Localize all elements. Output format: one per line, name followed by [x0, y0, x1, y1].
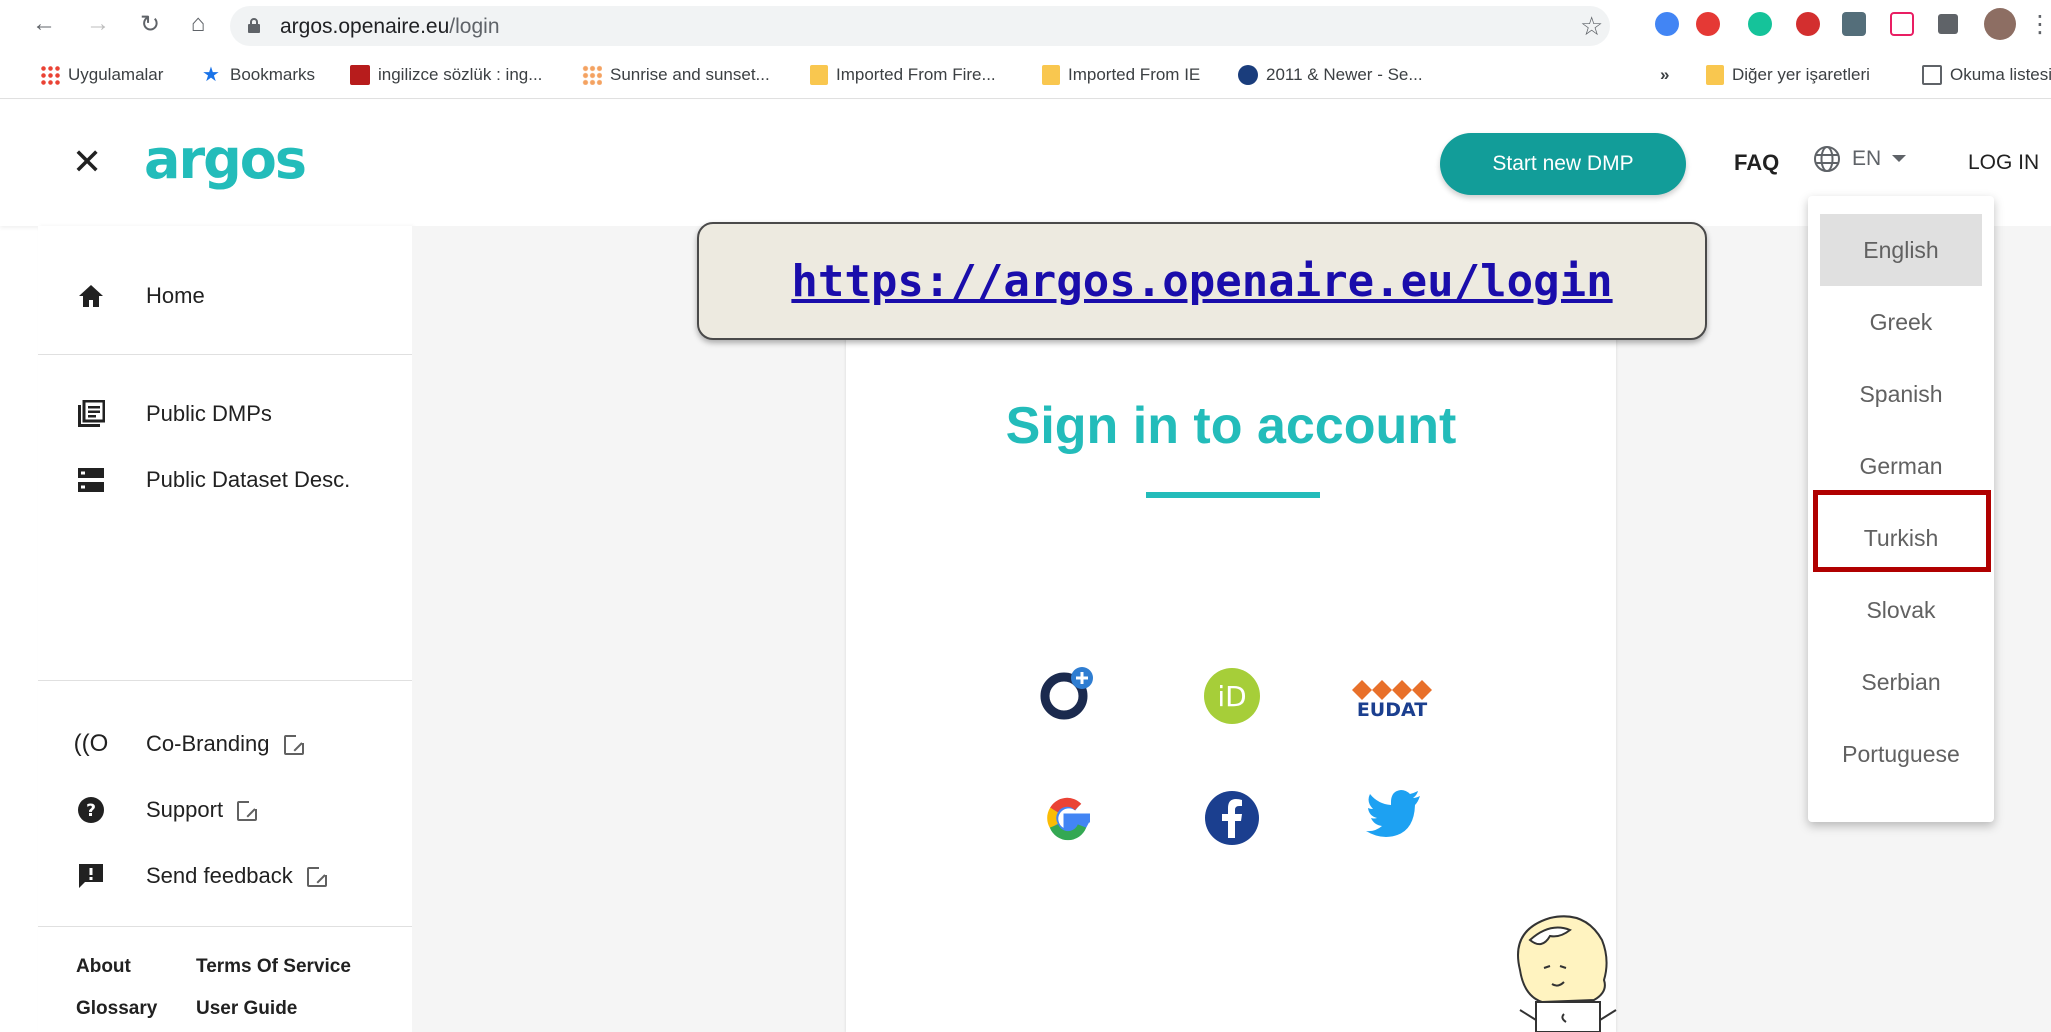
seslisozluk-icon — [350, 65, 370, 85]
bookmark-bookmarks[interactable]: ★ Bookmarks — [202, 52, 315, 98]
sidebar-item-public-dmps[interactable]: Public DMPs — [38, 390, 412, 438]
login-url-link[interactable]: https://argos.openaire.eu/login — [791, 256, 1612, 307]
mascot-illustration — [1517, 915, 1617, 1032]
sidebar-item-feedback[interactable]: Send feedback — [38, 852, 412, 900]
footer-user-guide[interactable]: User Guide — [196, 998, 297, 1020]
menu-dots-icon[interactable]: ⋮ — [2028, 8, 2051, 40]
login-link[interactable]: LOG IN — [1968, 151, 2039, 175]
profile-avatar[interactable] — [1984, 8, 2016, 40]
yab-extension-icon[interactable] — [1796, 12, 1820, 36]
adblock-icon[interactable] — [1696, 12, 1720, 36]
apps-grid-icon — [40, 65, 60, 85]
facebook-login-icon[interactable] — [1202, 788, 1262, 848]
footer-about[interactable]: About — [76, 956, 131, 978]
help-icon: ? — [76, 795, 106, 825]
bookmark-other[interactable]: Diğer yer işaretleri — [1706, 52, 1870, 98]
sidebar-divider — [38, 926, 412, 927]
folder-icon — [810, 65, 828, 85]
bookmark-2011-newer[interactable]: 2011 & Newer - Se... — [1238, 52, 1423, 98]
grammarly-icon[interactable] — [1748, 12, 1772, 36]
twitter-login-icon[interactable] — [1366, 790, 1426, 850]
language-option-english[interactable]: English — [1820, 214, 1982, 286]
svg-text:?: ? — [86, 801, 96, 821]
sidebar-divider — [38, 680, 412, 681]
close-sidebar-icon[interactable]: ✕ — [72, 144, 102, 180]
bookmark-dictionary[interactable]: ingilizce sözlük : ing... — [350, 52, 542, 98]
folder-icon — [1042, 65, 1060, 85]
external-link-icon — [237, 801, 258, 822]
home-icon[interactable]: ⌂ — [182, 8, 214, 40]
bookmark-imported-ie[interactable]: Imported From IE — [1042, 52, 1200, 98]
co-branding-icon: ((O — [73, 730, 109, 757]
start-new-dmp-button[interactable]: Start new DMP — [1440, 133, 1686, 195]
faq-link[interactable]: FAQ — [1734, 150, 1779, 176]
language-option-serbian[interactable]: Serbian — [1820, 646, 1982, 718]
home-icon — [76, 281, 106, 311]
eudat-login-icon[interactable]: EUDAT — [1346, 662, 1436, 722]
sidebar-item-support[interactable]: ? Support — [38, 786, 412, 834]
star-icon: ★ — [202, 64, 220, 86]
turkish-highlight-box — [1813, 490, 1991, 572]
bookmark-sunrise[interactable]: Sunrise and sunset... — [582, 52, 770, 98]
language-option-portuguese[interactable]: Portuguese — [1820, 718, 1982, 790]
footer-glossary[interactable]: Glossary — [76, 998, 157, 1020]
lock-icon — [248, 18, 260, 33]
reading-list[interactable]: Okuma listesi — [1922, 52, 2051, 98]
site-icon — [1238, 65, 1258, 85]
address-url: argos.openaire.eu/login — [280, 15, 500, 38]
back-arrow-icon[interactable]: ← — [28, 8, 60, 40]
browser-toolbar: ← → ↻ ⌂ argos.openaire.eu/login ☆ ⋮ — [0, 0, 2051, 52]
bookmarks-bar: Uygulamalar ★ Bookmarks ingilizce sözlük… — [0, 52, 2051, 99]
sunrise-icon — [582, 65, 602, 85]
reload-icon[interactable]: ↻ — [134, 8, 166, 40]
url-annotation-banner: https://argos.openaire.eu/login — [697, 222, 1707, 340]
sidebar-item-public-datasets[interactable]: Public Dataset Desc. — [38, 456, 412, 504]
sidebar-item-co-branding[interactable]: ((O Co-Branding — [38, 720, 412, 768]
sign-in-title: Sign in to account — [1005, 397, 1457, 455]
language-code: EN — [1852, 147, 1882, 170]
storage-icon — [76, 465, 106, 495]
svg-text:iD: iD — [1217, 680, 1246, 713]
language-option-greek[interactable]: Greek — [1820, 286, 1982, 358]
bookmark-imported-firefox[interactable]: Imported From Fire... — [810, 52, 996, 98]
title-underline — [1146, 492, 1320, 498]
pocket-icon[interactable] — [1890, 12, 1914, 36]
extensions-puzzle-icon[interactable] — [1938, 14, 1958, 34]
language-selector[interactable]: EN — [1812, 144, 1917, 174]
argos-logo[interactable]: argos — [144, 128, 307, 191]
bookmarks-overflow[interactable]: » — [1660, 52, 1669, 98]
address-bar[interactable]: argos.openaire.eu/login — [230, 6, 1610, 46]
folder-icon — [1706, 65, 1724, 85]
sidebar-divider — [38, 354, 412, 355]
svg-text:EUDAT: EUDAT — [1357, 699, 1427, 721]
language-option-slovak[interactable]: Slovak — [1820, 574, 1982, 646]
footer-terms[interactable]: Terms Of Service — [196, 956, 351, 978]
sidebar-item-home[interactable]: Home — [38, 272, 412, 320]
caret-down-icon — [1892, 155, 1907, 162]
library-books-icon — [76, 399, 106, 429]
extension-s-icon[interactable] — [1655, 12, 1679, 36]
language-option-spanish[interactable]: Spanish — [1820, 358, 1982, 430]
feedback-icon — [76, 861, 106, 891]
external-link-icon — [283, 735, 304, 756]
bookmark-star-icon[interactable]: ☆ — [1580, 11, 1603, 42]
external-link-icon — [306, 867, 327, 888]
forward-arrow-icon[interactable]: → — [82, 8, 114, 40]
reading-list-icon — [1922, 65, 1942, 85]
globe-icon — [1814, 146, 1840, 172]
extension-icon[interactable] — [1842, 12, 1866, 36]
sidebar: Home Public DMPs Public Dataset Desc. ((… — [38, 226, 412, 1032]
orcid-login-icon[interactable]: iD — [1202, 666, 1262, 726]
google-login-icon[interactable] — [1038, 788, 1098, 848]
openaire-login-icon[interactable] — [1038, 664, 1098, 724]
app-header: ✕ argos Start new DMP FAQ EN LOG IN — [0, 100, 2051, 226]
bookmark-apps[interactable]: Uygulamalar — [40, 52, 163, 98]
